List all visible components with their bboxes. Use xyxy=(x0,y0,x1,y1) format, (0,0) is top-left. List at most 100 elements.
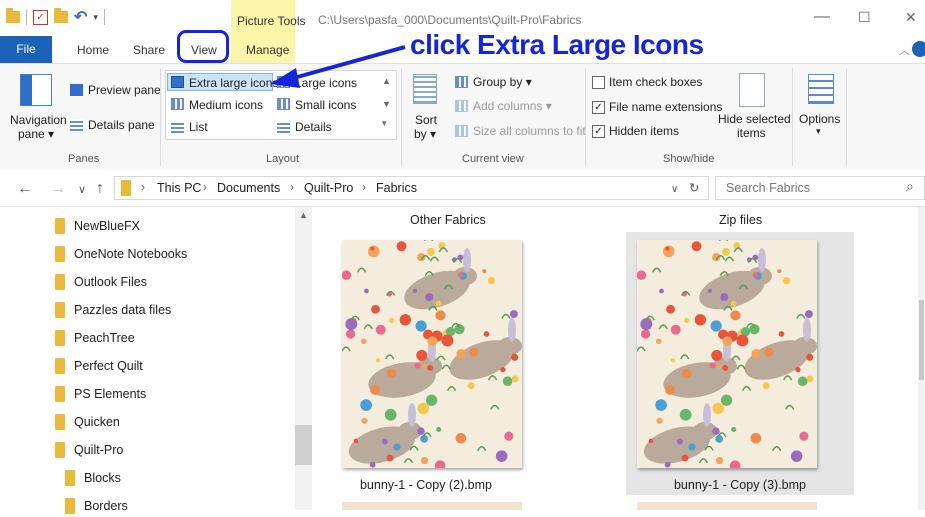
sidebar-item[interactable]: Borders xyxy=(65,495,128,517)
gallery-more-icon[interactable]: ▾ xyxy=(382,118,387,129)
collapse-ribbon-chevron-icon[interactable]: ︿ xyxy=(899,42,910,58)
next-row-thumbnail[interactable] xyxy=(637,502,817,510)
content-scroll-thumb[interactable] xyxy=(919,300,924,380)
contextual-tab-group-label: Picture Tools xyxy=(237,14,306,28)
group-header-zip-files: Zip files xyxy=(719,213,763,227)
navigation-pane-dropdown[interactable]: pane ▾ xyxy=(18,127,54,141)
sidebar-item-label: Pazzles data files xyxy=(74,303,172,317)
sidebar-scroll-thumb[interactable] xyxy=(295,425,312,465)
back-arrow-icon[interactable]: ← xyxy=(17,180,33,198)
sort-by-button[interactable]: Sort xyxy=(415,113,437,127)
up-arrow-icon[interactable]: ↑ xyxy=(96,180,104,198)
sidebar-item[interactable]: Outlook Files xyxy=(55,271,147,293)
item-check-boxes-checkbox[interactable] xyxy=(592,76,605,89)
details-button[interactable]: Details xyxy=(295,120,332,134)
gallery-scroll-up-icon[interactable]: ▲ xyxy=(382,76,391,86)
breadcrumb-separator[interactable]: › xyxy=(203,180,207,194)
file-name[interactable]: bunny-1 - Copy (3).bmp xyxy=(626,478,854,492)
help-icon[interactable] xyxy=(912,41,925,57)
list-icon xyxy=(171,121,184,133)
sidebar-item[interactable]: Quilt-Pro xyxy=(55,439,123,461)
sort-by-icon[interactable] xyxy=(413,74,437,104)
small-icons-button[interactable]: Small icons xyxy=(295,98,356,112)
extra-large-icons-button[interactable]: Extra large icons xyxy=(189,76,278,90)
new-folder-icon[interactable] xyxy=(54,8,68,23)
preview-pane-button[interactable]: Preview pane xyxy=(88,83,161,97)
breadcrumb-documents[interactable]: Documents xyxy=(217,181,280,195)
next-row-thumbnail[interactable] xyxy=(342,502,522,510)
divider xyxy=(401,68,402,166)
divider xyxy=(846,68,847,166)
undo-icon[interactable]: ↶ xyxy=(74,7,87,27)
tab-manage[interactable]: Manage xyxy=(246,43,289,57)
show-hide-group-label: Show/hide xyxy=(663,153,715,165)
sidebar-item[interactable]: NewBlueFX xyxy=(55,215,140,237)
sidebar-item[interactable]: PeachTree xyxy=(55,327,135,349)
hidden-items-checkbox[interactable]: ✓ xyxy=(592,125,605,138)
navigation-pane-icon[interactable] xyxy=(20,74,52,106)
file-thumbnail[interactable] xyxy=(637,240,817,468)
current-view-group-label: Current view xyxy=(462,153,524,165)
hide-selected-items-icon[interactable] xyxy=(739,73,765,107)
tab-share[interactable]: Share xyxy=(133,43,165,57)
group-header-other-fabrics: Other Fabrics xyxy=(410,213,486,227)
breadcrumb-separator[interactable]: › xyxy=(290,180,294,194)
options-button[interactable]: Options xyxy=(799,112,840,126)
file-name-extensions-checkbox[interactable]: ✓ xyxy=(592,101,605,114)
breadcrumb-fabrics[interactable]: Fabrics xyxy=(376,181,417,195)
recent-locations-chevron-icon[interactable]: ∨ xyxy=(78,183,86,196)
add-columns-button[interactable]: Add columns ▾ xyxy=(473,99,552,113)
list-button[interactable]: List xyxy=(189,120,208,134)
options-icon[interactable] xyxy=(808,74,834,104)
folder-icon xyxy=(65,470,75,486)
close-button[interactable]: ✕ xyxy=(905,9,917,26)
breadcrumb-this-pc[interactable]: This PC xyxy=(157,181,201,195)
sidebar-item-label: OneNote Notebooks xyxy=(74,247,188,261)
sidebar-item-label: PeachTree xyxy=(74,331,135,345)
group-by-button[interactable]: Group by ▾ xyxy=(473,75,532,89)
address-dropdown-chevron-icon[interactable]: ∨ xyxy=(671,184,678,195)
folder-icon xyxy=(121,180,131,196)
maximize-button[interactable]: ☐ xyxy=(858,9,871,26)
tab-home[interactable]: Home xyxy=(77,43,109,57)
sidebar-item[interactable]: OneNote Notebooks xyxy=(55,243,187,265)
tab-file[interactable]: File xyxy=(0,36,52,63)
fabric-pattern xyxy=(637,240,817,468)
sidebar-item[interactable]: Quicken xyxy=(55,411,120,433)
sidebar-item[interactable]: Perfect Quilt xyxy=(55,355,143,377)
add-columns-icon xyxy=(455,100,468,112)
sidebar-item[interactable]: PS Elements xyxy=(55,383,146,405)
sidebar-item-label: Perfect Quilt xyxy=(74,359,143,373)
quick-access-toolbar: ✓ ↶ ▾ xyxy=(6,7,105,27)
refresh-icon[interactable]: ↻ xyxy=(689,180,699,195)
search-placeholder: Search Fabrics xyxy=(726,181,811,195)
gallery-scroll-down-icon[interactable]: ▼ xyxy=(382,99,391,109)
divider xyxy=(160,68,161,166)
search-icon[interactable]: ⌕ xyxy=(906,178,914,195)
size-all-columns-button[interactable]: Size all columns to fit xyxy=(473,124,586,138)
sidebar-item[interactable]: Blocks xyxy=(65,467,121,489)
properties-icon[interactable]: ✓ xyxy=(33,9,48,25)
hide-selected-items-button[interactable]: Hide selected xyxy=(718,112,791,126)
folder-icon xyxy=(55,302,65,318)
options-chevron-icon[interactable]: ▾ xyxy=(816,126,821,137)
breadcrumb-quilt-pro[interactable]: Quilt-Pro xyxy=(304,181,353,195)
sidebar-item[interactable]: Pazzles data files xyxy=(55,299,171,321)
details-pane-button[interactable]: Details pane xyxy=(88,118,155,132)
large-icons-button[interactable]: Large icons xyxy=(295,76,357,90)
customize-qat-chevron-icon[interactable]: ▾ xyxy=(93,12,98,23)
file-thumbnail[interactable] xyxy=(342,240,522,468)
forward-arrow-icon[interactable]: → xyxy=(50,180,66,198)
folder-icon xyxy=(55,442,65,458)
medium-icons-button[interactable]: Medium icons xyxy=(189,98,263,112)
breadcrumb-separator[interactable]: › xyxy=(141,180,145,194)
small-icons-icon xyxy=(277,98,290,110)
sort-by-dropdown[interactable]: by ▾ xyxy=(414,127,436,141)
minimize-button[interactable]: — xyxy=(814,8,830,26)
navigation-pane-button[interactable]: Navigation xyxy=(10,113,67,127)
item-check-boxes-label: Item check boxes xyxy=(609,75,703,89)
breadcrumb-separator[interactable]: › xyxy=(362,180,366,194)
file-name[interactable]: bunny-1 - Copy (2).bmp xyxy=(312,478,540,492)
hide-selected-items-label-2[interactable]: items xyxy=(737,126,766,140)
scroll-up-icon[interactable]: ▲ xyxy=(299,210,308,220)
